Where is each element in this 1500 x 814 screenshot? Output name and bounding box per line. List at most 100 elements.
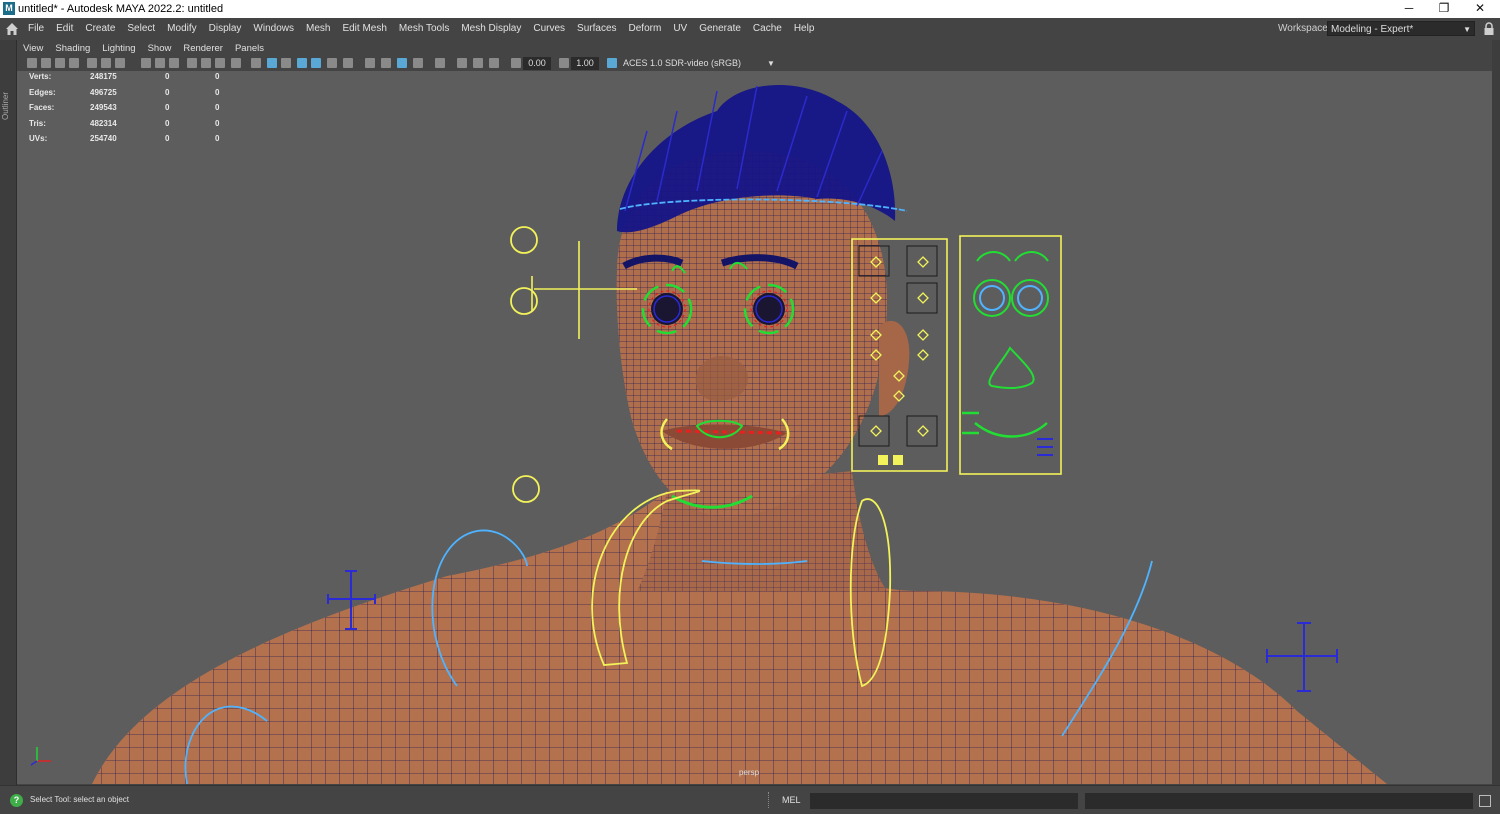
wireframe-shaded-icon[interactable] [231,58,241,68]
resolution-gate-icon[interactable] [115,58,125,68]
menu-surfaces[interactable]: Surfaces [571,18,622,40]
hud-row-verts: Verts: 248175 0 0 [29,72,239,88]
hud-toggle-icon[interactable] [489,58,499,68]
menu-cache[interactable]: Cache [747,18,788,40]
menu-select[interactable]: Select [121,18,161,40]
menu-generate[interactable]: Generate [693,18,747,40]
menu-mesh[interactable]: Mesh [300,18,336,40]
panel-menu-show[interactable]: Show [142,41,178,56]
xray-icon[interactable] [413,58,423,68]
xray-active-icon[interactable] [457,58,467,68]
hud-label: Verts: [29,72,52,81]
image-plane-icon[interactable] [69,58,79,68]
hud-label: Faces: [29,103,55,112]
hud-row-tris: Tris: 482314 0 0 [29,119,239,135]
wireframe-on-shaded-icon[interactable] [267,58,277,68]
xray-joints-icon[interactable] [435,58,445,68]
menu-mesh-display[interactable]: Mesh Display [455,18,527,40]
help-icon[interactable]: ? [10,794,23,807]
workspace-label: Workspace: [1278,23,1331,34]
maya-app-icon: M [3,2,15,15]
home-icon[interactable] [5,22,19,36]
menu-items: File Edit Create Select Modify Display W… [22,18,820,40]
menu-help[interactable]: Help [788,18,821,40]
menu-file[interactable]: File [22,18,50,40]
screen-space-ao-icon[interactable] [327,58,337,68]
panel-menu-shading[interactable]: Shading [49,41,96,56]
menu-create[interactable]: Create [79,18,121,40]
hud-row-faces: Faces: 249543 0 0 [29,103,239,119]
film-gate-icon[interactable] [101,58,111,68]
viewport-persp[interactable]: Verts: 248175 0 0 Edges: 496725 0 0 Face… [17,71,1492,784]
dropdown-arrow-icon[interactable]: ▼ [767,56,775,71]
separator [768,792,771,808]
mel-result-field [1085,793,1473,809]
menu-curves[interactable]: Curves [527,18,571,40]
gamma-icon[interactable] [559,58,569,68]
help-line-text: Select Tool: select an object [30,795,130,804]
grid-icon[interactable] [87,58,97,68]
color-management-icon[interactable] [607,58,617,68]
menu-windows[interactable]: Windows [247,18,300,40]
isolate-select-icon[interactable] [397,58,407,68]
panel-toolbar: 0.00 1.00 ACES 1.0 SDR-video (sRGB) ▼ [17,56,1492,71]
gamma-field[interactable]: 1.00 [571,57,599,70]
restore-button[interactable]: ❐ [1429,0,1459,18]
select-camera-icon[interactable] [27,58,37,68]
gate-mask-icon[interactable] [155,58,165,68]
motion-blur-icon[interactable] [343,58,353,68]
camera-attributes-icon[interactable] [41,58,51,68]
menu-uv[interactable]: UV [667,18,693,40]
field-chart-icon[interactable] [169,58,179,68]
menu-mesh-tools[interactable]: Mesh Tools [393,18,455,40]
hud-value: 249543 [90,103,117,112]
hud-value: 0 [215,103,220,112]
safe-title-icon[interactable] [201,58,211,68]
mel-command-input[interactable] [810,793,1078,809]
menu-deform[interactable]: Deform [623,18,668,40]
panel-menu-renderer[interactable]: Renderer [177,41,229,56]
panel-menu-view[interactable]: View [17,41,49,56]
menu-edit-mesh[interactable]: Edit Mesh [336,18,392,40]
safe-action-icon[interactable] [187,58,197,68]
outliner-tab[interactable]: Outliner [1,86,14,126]
exposure-field[interactable]: 0.00 [523,57,551,70]
color-space-label[interactable]: ACES 1.0 SDR-video (sRGB) [623,56,741,71]
menu-edit[interactable]: Edit [50,18,79,40]
use-lights-icon[interactable] [297,58,307,68]
hud-value: 496725 [90,87,117,97]
shadows-icon[interactable] [311,58,321,68]
workspace-dropdown[interactable]: Modeling - Expert* ▼ [1327,21,1475,36]
close-button[interactable]: ✕ [1465,0,1495,18]
hud-value: 0 [215,87,220,97]
hud-label: Tris: [29,118,46,128]
script-editor-icon[interactable] [1479,795,1491,807]
hud-value: 0 [215,118,220,128]
exposure-icon[interactable] [511,58,521,68]
workspace-value: Modeling - Expert* [1331,24,1414,35]
mel-label[interactable]: MEL [782,786,801,814]
panel-menu-lighting[interactable]: Lighting [96,41,141,56]
menu-modify[interactable]: Modify [161,18,202,40]
outliner-strip: Outliner [0,40,17,785]
backface-culling-icon[interactable] [473,58,483,68]
smooth-shade-icon[interactable] [251,58,261,68]
hud-value: 254740 [90,134,117,143]
dropdown-arrow-icon: ▼ [1463,25,1471,34]
lock-icon[interactable] [1483,22,1495,36]
hud-row-uvs: UVs: 254740 0 0 [29,134,239,150]
hud-value: 0 [165,118,170,128]
textured-icon[interactable] [281,58,291,68]
menu-display[interactable]: Display [203,18,248,40]
bookmarks-icon[interactable] [55,58,65,68]
hud-value: 248175 [90,72,117,81]
window-title: untitled* - Autodesk MAYA 2022.2: untitl… [18,3,224,15]
scene-canvas[interactable] [17,71,1492,784]
anti-aliasing-icon[interactable] [365,58,375,68]
title-bar: M untitled* - Autodesk MAYA 2022.2: unti… [0,0,1500,18]
panel-menu-panels[interactable]: Panels [229,41,270,56]
depth-of-field-icon[interactable] [381,58,391,68]
wireframe-icon[interactable] [215,58,225,68]
grid-toggle-icon[interactable] [141,58,151,68]
minimize-button[interactable]: ─ [1394,0,1424,18]
